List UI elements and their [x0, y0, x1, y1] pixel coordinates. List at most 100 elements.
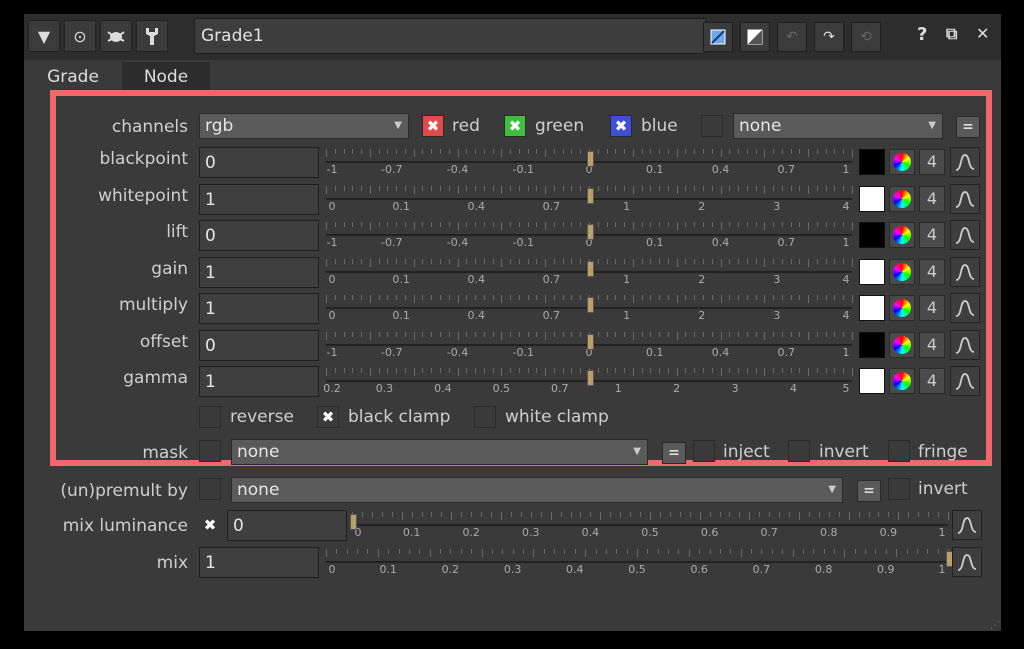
animation-curve-icon[interactable]	[950, 366, 980, 396]
color-swatch-button[interactable]	[859, 186, 885, 212]
color-swatch-button[interactable]	[859, 149, 885, 175]
param-value-field[interactable]: 1	[199, 257, 319, 288]
slider-knob[interactable]	[587, 334, 594, 350]
red-checkbox[interactable]: ✖	[422, 115, 444, 137]
animation-curve-icon[interactable]	[950, 220, 980, 250]
animation-curve-icon[interactable]	[950, 257, 980, 287]
mix-luminance-slider[interactable]: 0 0.1 0.2 0.3 0.4 0.5 0.6 0.7 0.8 0.9 1	[350, 508, 949, 542]
slider-tick-label: 0.3	[522, 526, 540, 539]
animation-curve-icon[interactable]	[950, 147, 980, 177]
channel-count-button[interactable]: 4	[919, 186, 945, 212]
slider-knob[interactable]	[350, 514, 357, 530]
mix-slider[interactable]: 0 0.1 0.2 0.3 0.4 0.5 0.6 0.7 0.8 0.9 1	[326, 545, 953, 579]
slider-knob[interactable]	[587, 370, 594, 386]
premult-dropdown[interactable]: none ▼	[231, 477, 843, 503]
color-wheel-icon[interactable]	[889, 368, 915, 394]
animation-curve-icon[interactable]	[950, 184, 980, 214]
close-icon[interactable]: ✕	[976, 24, 989, 43]
param-slider[interactable]: -1 -0.7 -0.4 -0.1 0 0.1 0.4 0.7 1	[326, 328, 853, 362]
mask-invert-checkbox[interactable]	[788, 440, 810, 462]
channels-link-button[interactable]: =	[956, 116, 980, 138]
color-wheel-icon[interactable]	[889, 186, 915, 212]
channels-dropdown[interactable]: rgb ▼	[199, 113, 409, 139]
redo-icon[interactable]: ↷	[814, 22, 844, 52]
color-swatch-button[interactable]	[859, 259, 885, 285]
revert-icon[interactable]: ⟲	[851, 22, 881, 52]
color-swatch-button[interactable]	[859, 368, 885, 394]
float-icon[interactable]: ⧉	[946, 24, 957, 44]
resize-grip-icon[interactable]: ⋰	[990, 620, 1000, 631]
extra-channel-dropdown[interactable]: none ▼	[733, 113, 943, 139]
animation-curve-icon[interactable]	[950, 293, 980, 323]
slider-knob[interactable]	[587, 261, 594, 277]
param-slider[interactable]: 0 0.1 0.4 0.7 1 2 3 4	[326, 291, 853, 325]
channel-count-button[interactable]: 4	[919, 368, 945, 394]
slider-tick	[343, 368, 345, 373]
inject-checkbox[interactable]	[693, 440, 715, 462]
bug-icon[interactable]	[100, 20, 132, 52]
channel-count-button[interactable]: 4	[919, 259, 945, 285]
mix-field[interactable]: 1	[199, 547, 319, 578]
input-swatch-icon[interactable]	[703, 22, 733, 52]
tab-grade[interactable]: Grade	[28, 62, 118, 92]
output-swatch-icon[interactable]	[740, 22, 770, 52]
slider-tick-label: 0.4	[434, 382, 452, 395]
slider-tick	[650, 259, 652, 264]
white-clamp-checkbox[interactable]	[474, 406, 496, 428]
mix-luminance-checkbox[interactable]: ✖	[199, 514, 221, 536]
param-slider[interactable]: 0.2 0.3 0.4 0.5 0.7 1 2 3 4 5	[323, 364, 853, 398]
collapse-icon[interactable]: ▼	[28, 20, 60, 52]
param-value-field[interactable]: 0	[199, 330, 319, 361]
premult-link-button[interactable]: =	[857, 480, 881, 502]
premult-checkbox[interactable]	[199, 478, 221, 500]
green-checkbox[interactable]: ✖	[504, 115, 526, 137]
color-wheel-icon[interactable]	[889, 332, 915, 358]
channel-count-button[interactable]: 4	[919, 222, 945, 248]
color-wheel-icon[interactable]	[889, 259, 915, 285]
wrench-icon[interactable]	[136, 20, 168, 52]
help-icon[interactable]: ?	[917, 24, 927, 45]
slider-tick	[685, 332, 687, 337]
param-slider[interactable]: 0 0.1 0.4 0.7 1 2 3 4	[326, 255, 853, 289]
color-swatch-button[interactable]	[859, 332, 885, 358]
param-slider[interactable]: -1 -0.7 -0.4 -0.1 0 0.1 0.4 0.7 1	[326, 218, 853, 252]
premult-invert-checkbox[interactable]	[888, 478, 910, 500]
channel-count-button[interactable]: 4	[919, 332, 945, 358]
color-wheel-icon[interactable]	[889, 149, 915, 175]
node-name-field[interactable]: Grade1	[194, 18, 706, 54]
blue-checkbox[interactable]: ✖	[610, 115, 632, 137]
reverse-checkbox[interactable]	[199, 406, 221, 428]
param-value-field[interactable]: 0	[199, 147, 319, 178]
mix-animation-icon[interactable]	[952, 547, 982, 577]
slider-knob[interactable]	[587, 297, 594, 313]
mask-link-button[interactable]: =	[662, 442, 686, 464]
fringe-checkbox[interactable]	[888, 440, 910, 462]
mix-luminance-animation-icon[interactable]	[952, 510, 982, 540]
mask-checkbox[interactable]	[199, 440, 221, 462]
channel-count-button[interactable]: 4	[919, 149, 945, 175]
mix-luminance-field[interactable]: 0	[227, 510, 347, 541]
viewer-icon[interactable]: ⊙	[64, 20, 96, 52]
color-wheel-icon[interactable]	[889, 295, 915, 321]
mask-dropdown[interactable]: none ▼	[231, 439, 648, 465]
param-value-field[interactable]: 1	[199, 293, 319, 324]
tab-node[interactable]: Node	[122, 62, 210, 92]
extra-channel-checkbox[interactable]	[701, 115, 723, 137]
slider-knob[interactable]	[587, 224, 594, 240]
black-clamp-checkbox[interactable]: ✖	[317, 406, 339, 428]
param-value-field[interactable]: 1	[199, 184, 319, 215]
slider-tick	[699, 512, 701, 520]
param-slider[interactable]: -1 -0.7 -0.4 -0.1 0 0.1 0.4 0.7 1	[326, 145, 853, 179]
param-slider[interactable]: 0 0.1 0.4 0.7 1 2 3 4	[326, 182, 853, 216]
undo-icon[interactable]: ↶	[777, 22, 807, 52]
animation-curve-icon[interactable]	[950, 330, 980, 360]
param-value-field[interactable]: 0	[199, 220, 319, 251]
color-wheel-icon[interactable]	[889, 222, 915, 248]
premult-invert-label: invert	[918, 479, 968, 499]
color-swatch-button[interactable]	[859, 295, 885, 321]
color-swatch-button[interactable]	[859, 222, 885, 248]
slider-knob[interactable]	[587, 188, 594, 204]
slider-knob[interactable]	[587, 151, 594, 167]
param-value-field[interactable]: 1	[199, 366, 319, 397]
channel-count-button[interactable]: 4	[919, 295, 945, 321]
